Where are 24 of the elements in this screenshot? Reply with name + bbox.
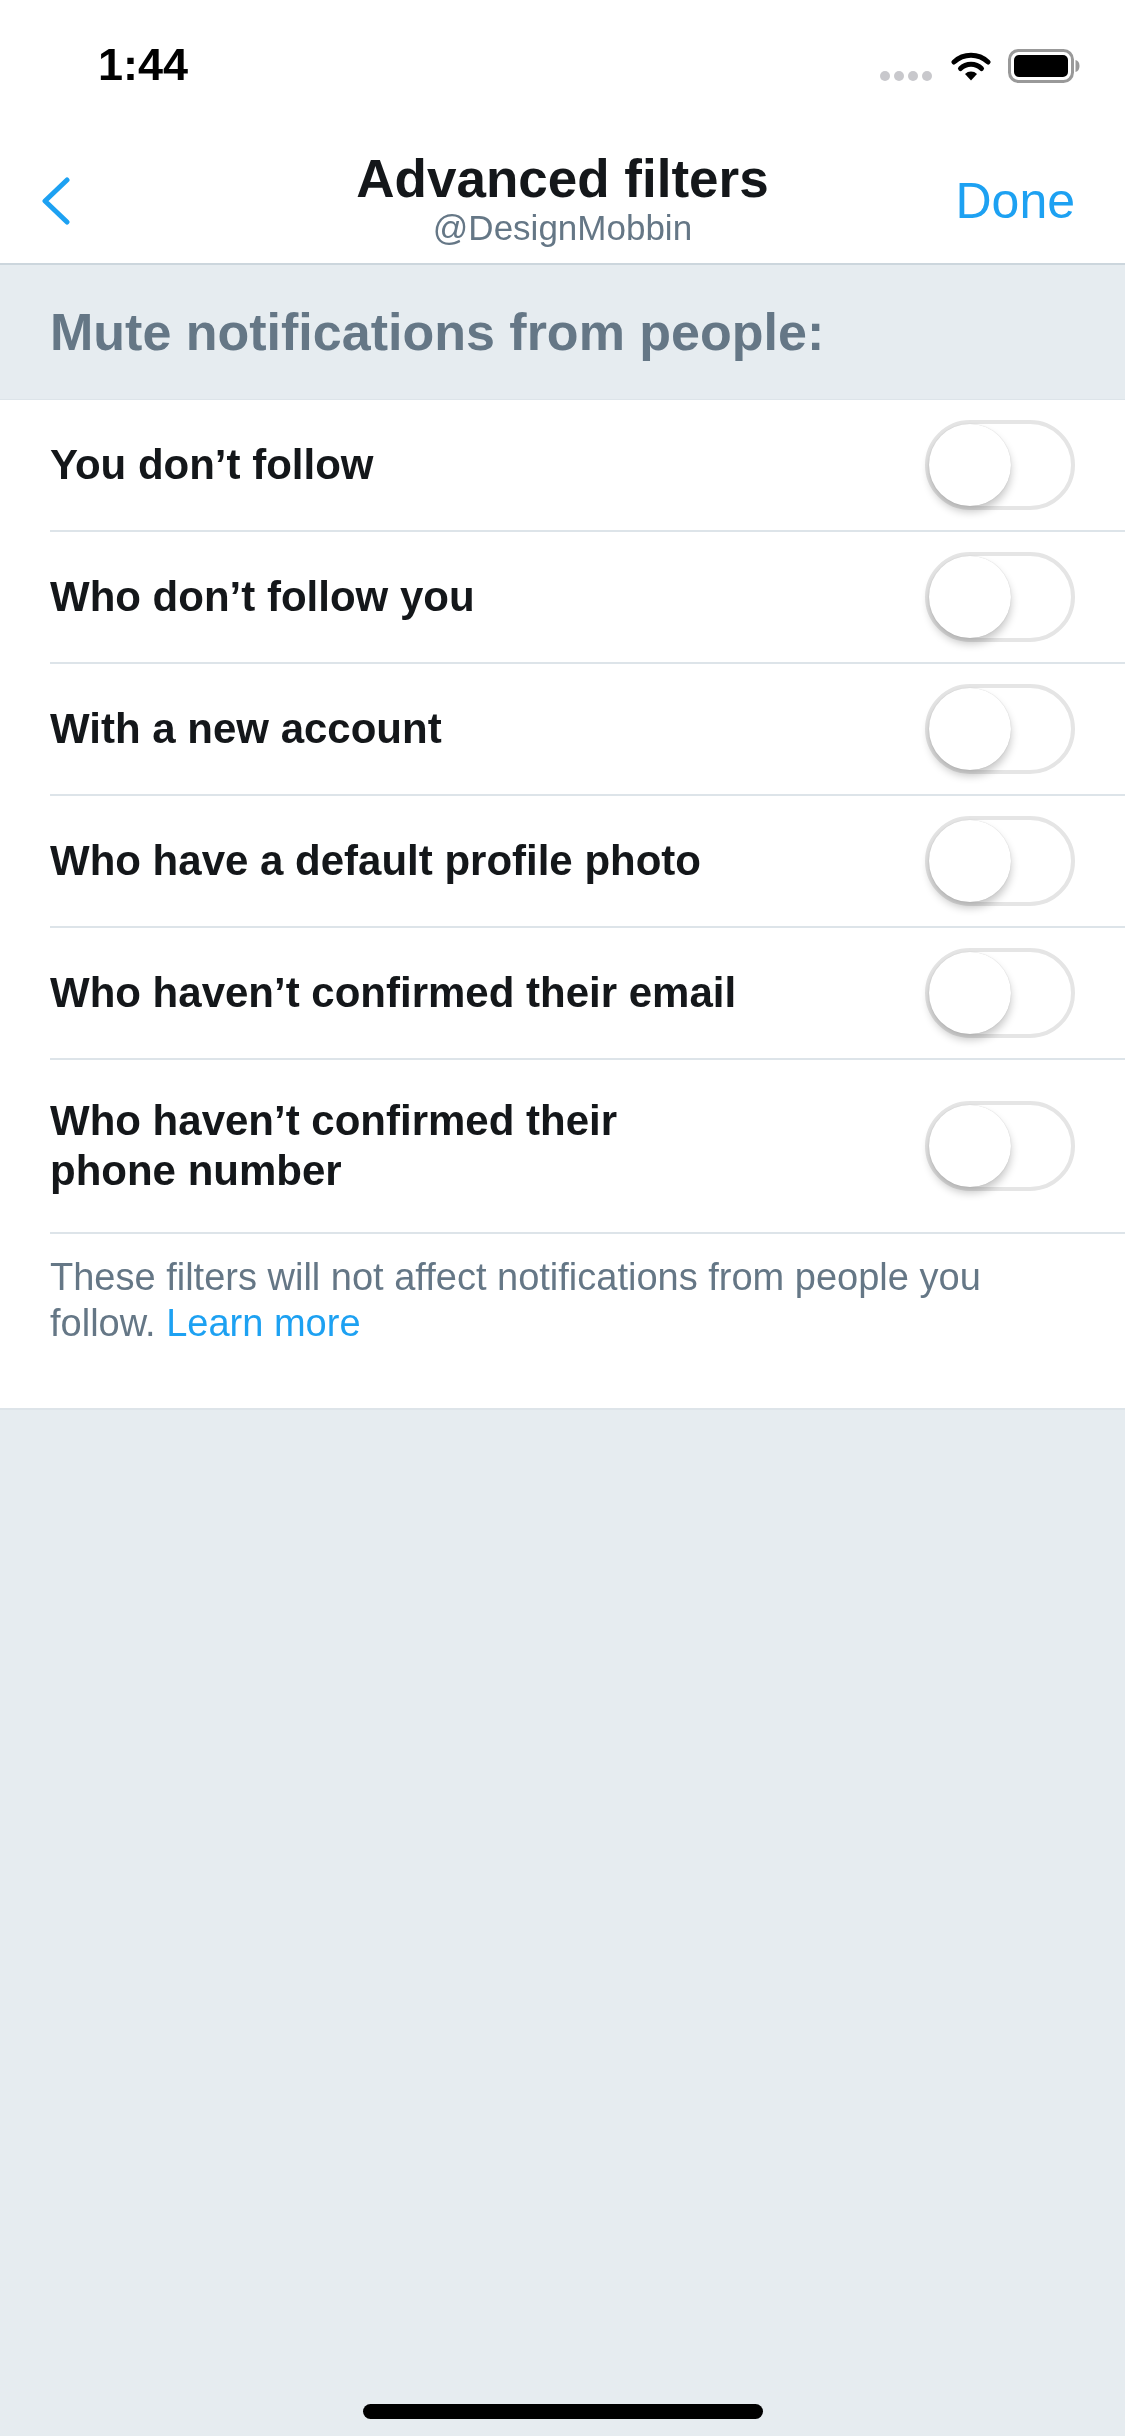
toggle-switch[interactable] bbox=[925, 948, 1075, 1038]
toggle-switch[interactable] bbox=[925, 552, 1075, 642]
screen-title: Advanced filters bbox=[356, 149, 769, 208]
section-title: Mute notifications from people: bbox=[50, 302, 825, 362]
done-button[interactable]: Done bbox=[955, 171, 1075, 230]
toggle-switch[interactable] bbox=[925, 816, 1075, 906]
toggle-switch[interactable] bbox=[925, 1101, 1075, 1191]
battery-icon bbox=[1008, 49, 1080, 83]
footer-note: These filters will not affect notifications from people you follow. Learn more bbox=[50, 1255, 982, 1346]
toggle-switch[interactable] bbox=[925, 684, 1075, 774]
filter-label: Who haven’t confirmed their email bbox=[50, 968, 737, 1018]
learn-more-link[interactable]: Learn more bbox=[166, 1302, 361, 1344]
back-button[interactable] bbox=[41, 176, 71, 225]
chevron-left-icon bbox=[41, 176, 71, 225]
toggle-switch[interactable] bbox=[925, 420, 1075, 510]
filter-label: Who have a default profile photo bbox=[50, 836, 701, 886]
signal-icon bbox=[880, 71, 932, 81]
status-time: 1:44 bbox=[98, 39, 189, 91]
filter-label: You don’t follow bbox=[50, 440, 374, 490]
filter-label: Who haven’t confirmed their phone number bbox=[50, 1096, 618, 1196]
wifi-icon bbox=[951, 51, 991, 81]
filter-label: With a new account bbox=[50, 704, 442, 754]
filter-label: Who don’t follow you bbox=[50, 572, 475, 622]
account-handle: @DesignMobbin bbox=[432, 207, 693, 248]
